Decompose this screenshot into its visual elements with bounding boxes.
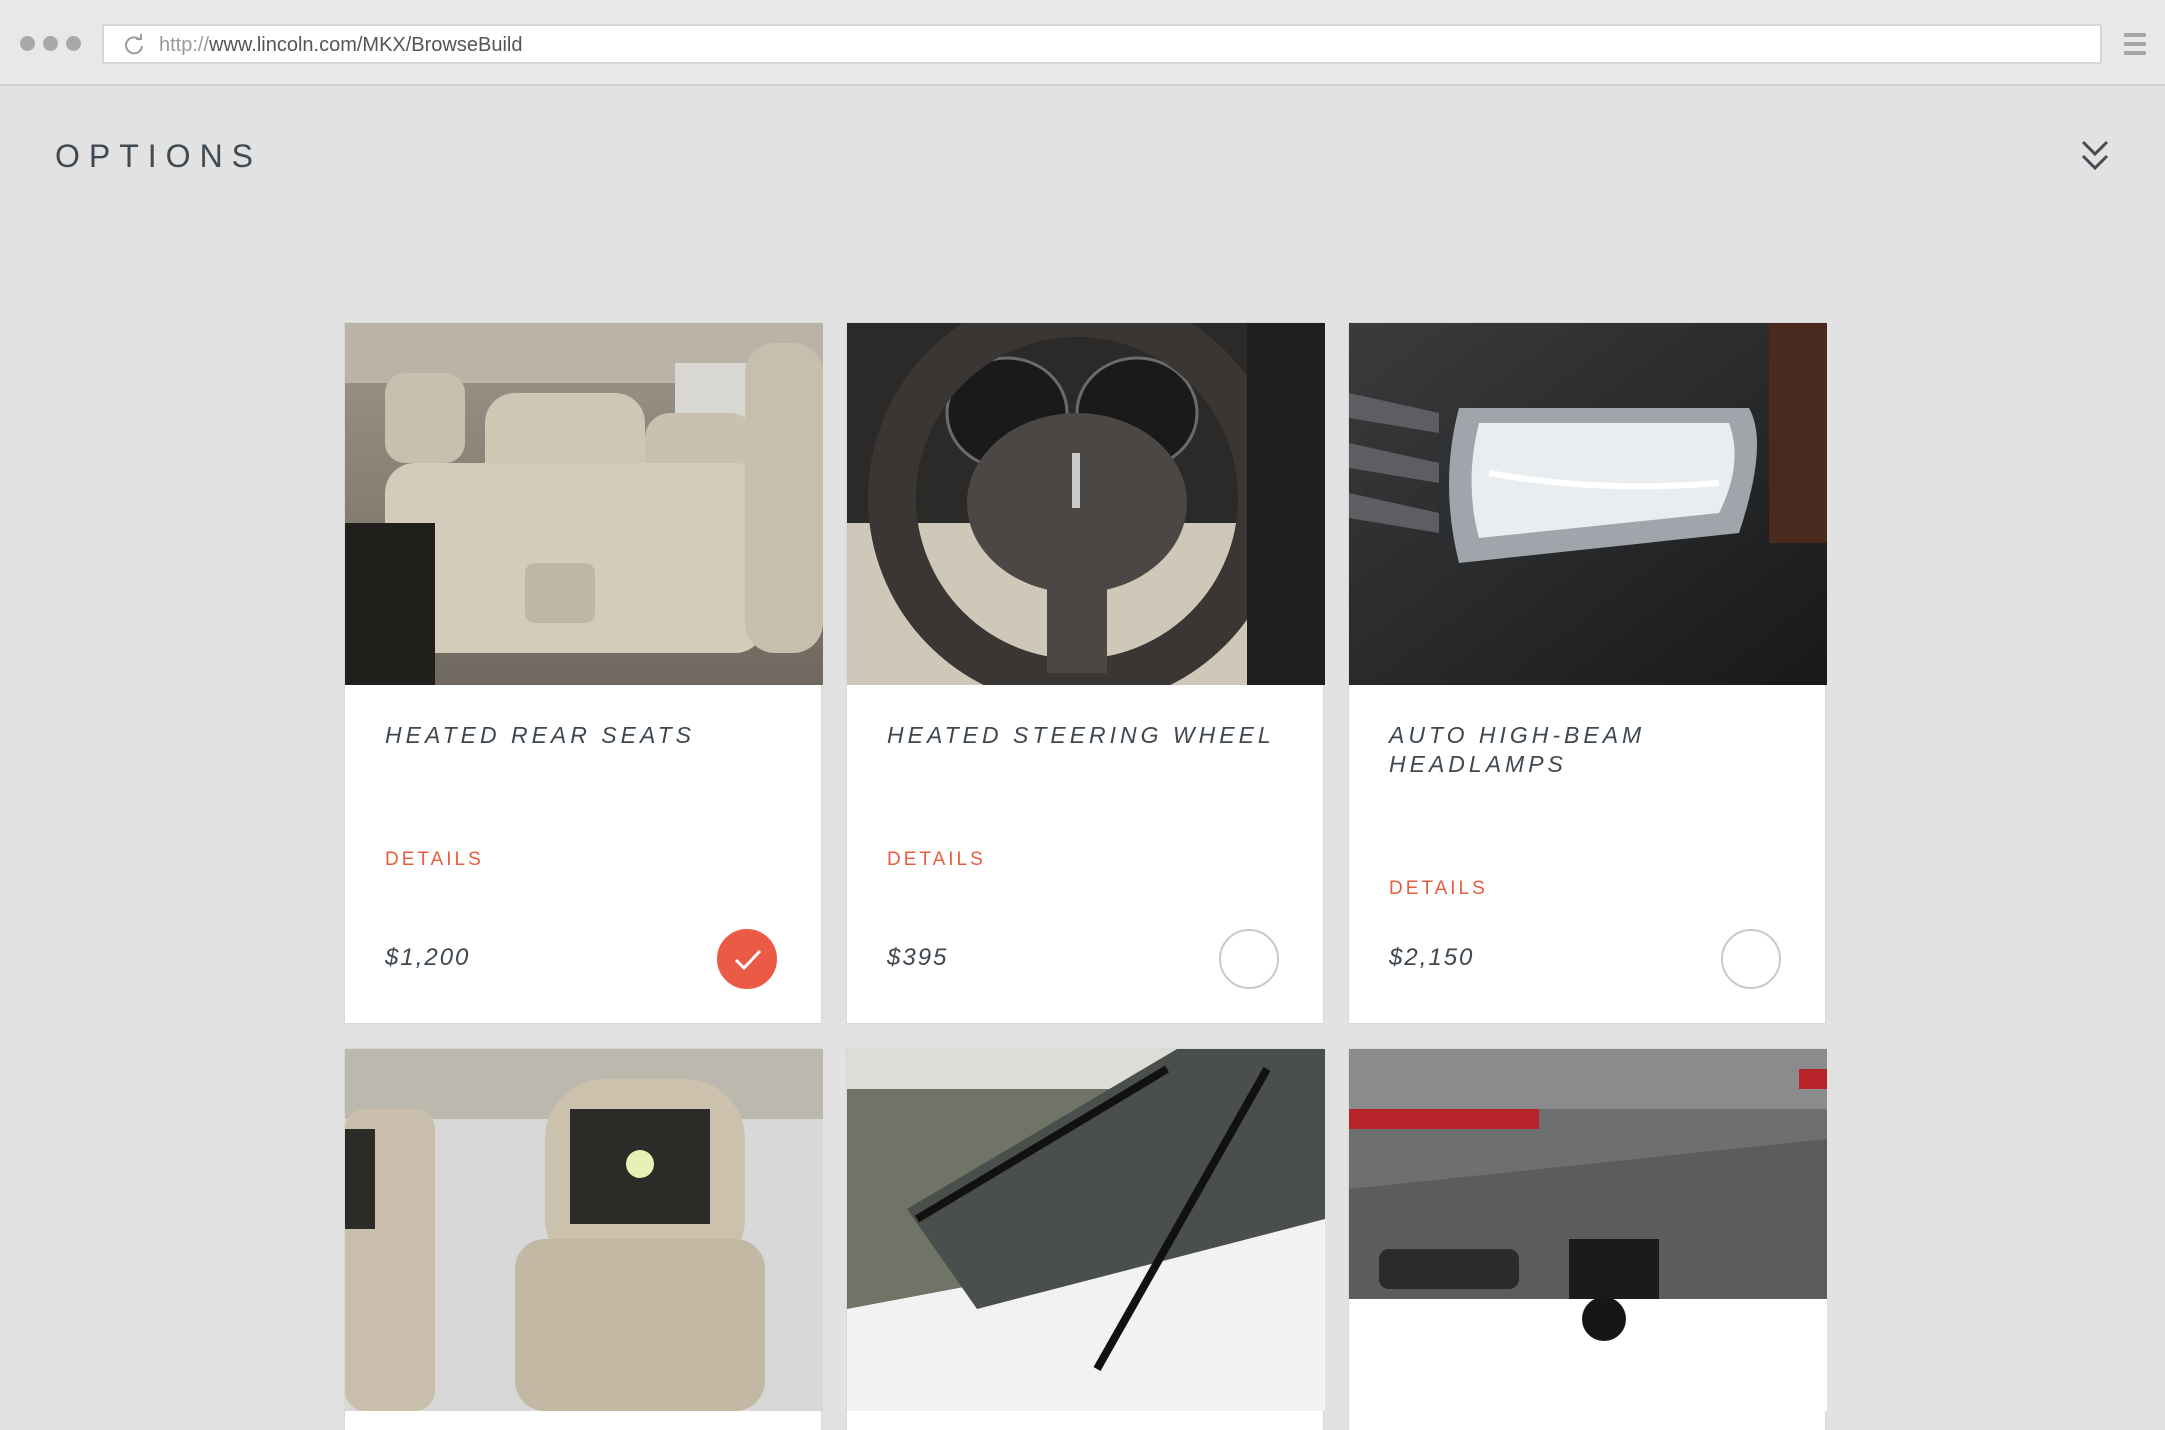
reload-icon[interactable] [123, 34, 145, 56]
double-chevron-down-icon[interactable] [2078, 138, 2112, 176]
options-page: OPTIONS HEATED REAR SEATS DETAILS $1,200… [2, 86, 2165, 1430]
steering-wheel-photo [847, 323, 1325, 685]
option-price: $395 [887, 944, 949, 971]
option-select-toggle[interactable] [1219, 929, 1279, 989]
details-link[interactable]: DETAILS [1389, 878, 1488, 900]
option-select-toggle[interactable] [1721, 929, 1781, 989]
option-title: HEATED REAR SEATS [385, 722, 695, 748]
browser-toolbar: http://www.lincoln.com/MKX/BrowseBuild [0, 0, 2165, 86]
hamburger-menu-icon[interactable] [2124, 33, 2146, 55]
window-controls [20, 36, 81, 51]
option-title: HEATED STEERING WHEEL [887, 722, 1275, 748]
url-text[interactable]: http://www.lincoln.com/MKX/BrowseBuild [159, 34, 522, 57]
option-price: $2,150 [1389, 944, 1475, 971]
option-card: HEATED STEERING WHEEL DETAILS $395 [846, 322, 1325, 1024]
option-title: AUTO HIGH-BEAM HEADLAMPS [1389, 722, 1646, 777]
tow-hitch-photo [1349, 1049, 1827, 1411]
window-dot-minimize[interactable] [43, 36, 58, 51]
option-card [846, 1048, 1325, 1430]
windshield-wipers-photo [847, 1049, 1325, 1411]
option-select-toggle[interactable] [717, 929, 777, 989]
details-link[interactable]: DETAILS [887, 849, 986, 871]
page-title: OPTIONS [55, 138, 263, 174]
headlamp-photo [1349, 323, 1827, 685]
rear-seats-photo [345, 323, 823, 685]
details-link[interactable]: DETAILS [385, 849, 484, 871]
url-path: www.lincoln.com/MKX/BrowseBuild [209, 34, 523, 56]
window-dot-close[interactable] [20, 36, 35, 51]
option-card: HEATED REAR SEATS DETAILS $1,200 [344, 322, 823, 1024]
window-dot-maximize[interactable] [66, 36, 81, 51]
option-card: AUTO HIGH-BEAM HEADLAMPS DETAILS $2,150 [1348, 322, 1827, 1024]
option-price: $1,200 [385, 944, 471, 971]
checkmark-icon [734, 949, 762, 971]
option-card [1348, 1048, 1827, 1430]
rear-entertainment-headrest-photo [345, 1049, 823, 1411]
address-bar[interactable]: http://www.lincoln.com/MKX/BrowseBuild [102, 24, 2102, 64]
url-protocol: http:// [159, 34, 210, 56]
option-card [344, 1048, 823, 1430]
